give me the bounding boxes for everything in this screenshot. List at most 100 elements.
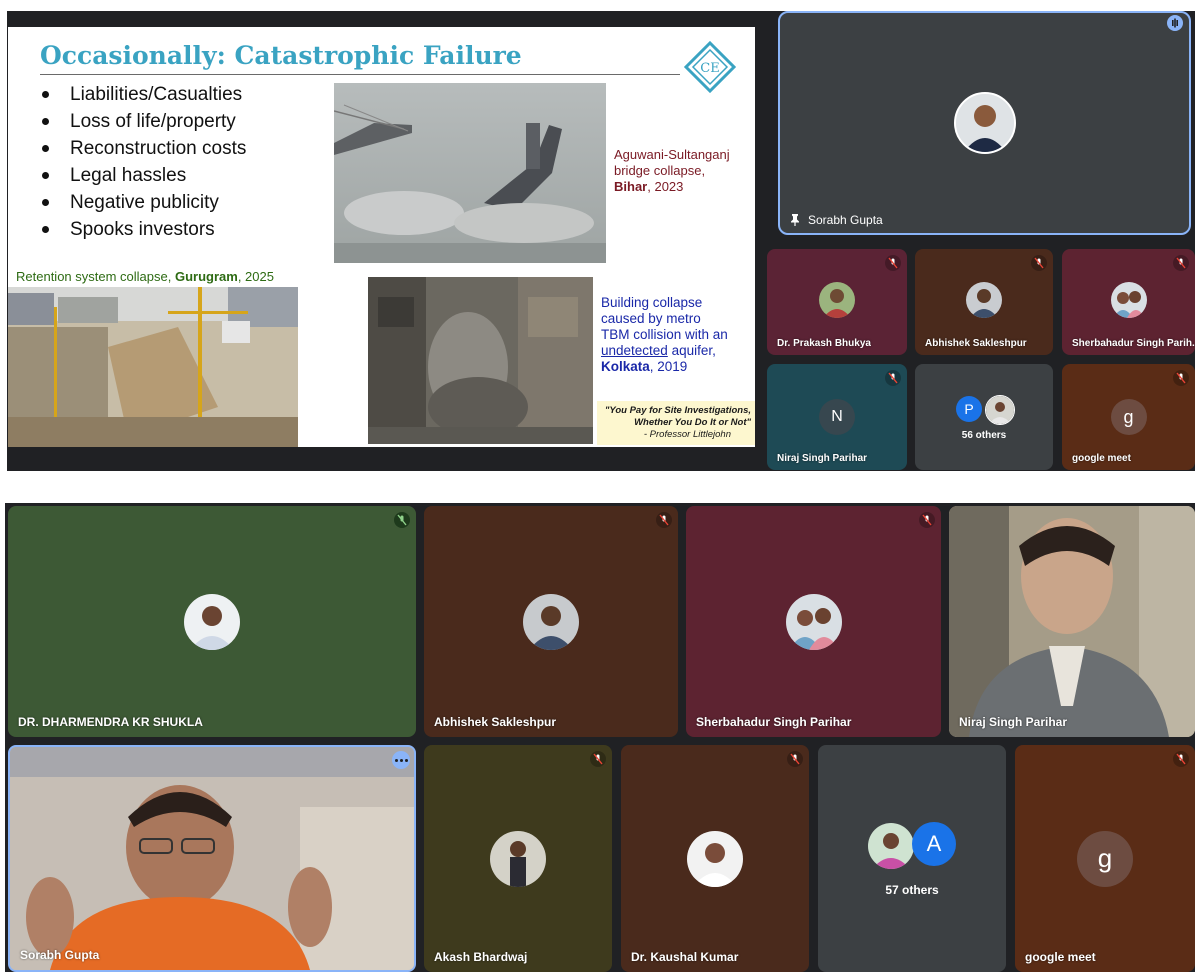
participant-name: google meet — [1025, 950, 1096, 964]
presentation-slide: Occasionally: Catastrophic Failure CE Li… — [8, 27, 755, 447]
bullet-item: Legal hassles — [22, 162, 246, 189]
participant-name: google meet — [1072, 453, 1131, 464]
participant-name: Niraj Singh Parihar — [777, 453, 868, 464]
avatar — [523, 593, 579, 650]
building-caption-line: aquifer, — [667, 343, 716, 358]
bullet-list: Liabilities/Casualties Loss of life/prop… — [22, 81, 246, 243]
avatar — [1110, 281, 1147, 318]
bullet-item: Spooks investors — [22, 216, 246, 243]
participant-tile[interactable]: Dr. Kaushal Kumar — [621, 745, 809, 972]
quote-author: - Professor Littlejohn — [643, 429, 731, 440]
bridge-caption-year: , 2023 — [647, 179, 684, 194]
building-caption-place: Kolkata — [601, 359, 650, 374]
building-collapse-photo — [368, 277, 593, 444]
avatar — [490, 830, 546, 887]
more-options-icon[interactable] — [392, 751, 410, 769]
avatar-letter: P — [956, 396, 982, 422]
participant-name: Dr. Kaushal Kumar — [631, 950, 739, 964]
mic-off-icon — [885, 370, 901, 386]
retention-caption-prefix: Retention system collapse, — [16, 269, 175, 284]
avatar-letter: g — [1110, 399, 1147, 435]
bridge-caption-line: bridge collapse, — [614, 163, 706, 178]
quote-line: "You Pay for Site Investigations, — [604, 405, 751, 416]
participant-tile[interactable]: Sherbahadur Singh Parihar — [686, 506, 941, 737]
participant-name: Sherbahadur Singh Parih... — [1072, 338, 1195, 349]
participant-tile[interactable]: Dr. Prakash Bhukya — [767, 249, 907, 355]
mic-off-icon — [787, 751, 803, 767]
participant-name: Abhishek Sakleshpur — [434, 715, 557, 729]
mic-off-icon — [885, 255, 901, 271]
participant-name: Sherbahadur Singh Parihar — [696, 715, 852, 729]
participant-name: Sorabh Gupta — [20, 948, 100, 962]
avatar — [184, 593, 240, 650]
pinned-name-row: Sorabh Gupta — [790, 213, 883, 227]
retention-collapse-photo — [8, 287, 298, 447]
participant-video — [949, 506, 1195, 737]
pinned-participant-tile[interactable]: Sorabh Gupta — [778, 11, 1191, 235]
title-rule — [40, 74, 680, 75]
top-meet-screenshot: Occasionally: Catastrophic Failure CE Li… — [7, 11, 1195, 471]
others-tile[interactable]: A 57 others — [818, 745, 1006, 972]
participant-name: Akash Bhardwaj — [434, 950, 528, 964]
bridge-caption-line: Aguwani-Sultanganj — [614, 147, 730, 162]
avatar-letter: g — [1077, 830, 1133, 887]
avatar — [819, 281, 855, 318]
participant-name: Dr. Prakash Bhukya — [777, 338, 871, 349]
participant-name: DR. DHARMENDRA KR SHUKLA — [18, 715, 203, 729]
avatar — [985, 395, 1015, 425]
participant-tile[interactable]: g google meet — [1062, 364, 1195, 470]
mic-off-icon — [394, 512, 410, 528]
participant-tile[interactable]: N Niraj Singh Parihar — [767, 364, 907, 470]
participant-tile[interactable]: Akash Bhardwaj — [424, 745, 612, 972]
bullet-item: Reconstruction costs — [22, 135, 246, 162]
others-tile[interactable]: P 56 others — [915, 364, 1053, 470]
building-caption: Building collapse caused by metro TBM co… — [601, 295, 728, 375]
bridge-caption-place: Bihar — [614, 179, 648, 194]
avatar — [953, 92, 1016, 154]
building-caption-year: , 2019 — [649, 359, 688, 374]
participant-tile[interactable]: g google meet — [1015, 745, 1195, 972]
building-caption-underlined: undetected — [601, 343, 668, 358]
avatar — [687, 830, 743, 887]
bridge-collapse-photo — [334, 83, 606, 263]
participant-video-tile[interactable]: Sorabh Gupta — [8, 745, 416, 972]
others-count-label: 57 others — [885, 883, 939, 897]
participant-tile[interactable]: Abhishek Sakleshpur — [915, 249, 1053, 355]
bridge-caption: Aguwani-Sultanganj bridge collapse, Biha… — [614, 147, 730, 195]
participant-video-tile[interactable]: Niraj Singh Parihar — [949, 506, 1195, 737]
avatar — [966, 281, 1002, 318]
mic-off-icon — [1173, 751, 1189, 767]
participant-name: Niraj Singh Parihar — [959, 715, 1068, 729]
participant-tile[interactable]: Abhishek Sakleshpur — [424, 506, 678, 737]
participant-name: Abhishek Sakleshpur — [925, 338, 1027, 349]
participant-tile[interactable]: DR. DHARMENDRA KR SHUKLA — [8, 506, 416, 737]
building-caption-line: caused by metro — [601, 311, 701, 326]
quote-box: "You Pay for Site Investigations, Whethe… — [597, 401, 755, 445]
bullet-item: Liabilities/Casualties — [22, 81, 246, 108]
bullet-item: Loss of life/property — [22, 108, 246, 135]
quote-line: Whether You Do It or Not" — [634, 417, 751, 428]
mic-off-icon — [919, 512, 935, 528]
avatar — [785, 593, 842, 650]
avatar-letter: N — [819, 399, 855, 435]
participant-video — [10, 747, 414, 970]
mic-off-icon — [1031, 255, 1047, 271]
mic-off-icon — [590, 751, 606, 767]
avatar-letter: A — [912, 822, 956, 866]
retention-caption: Retention system collapse, Gurugram, 202… — [16, 269, 274, 285]
retention-caption-year: , 2025 — [237, 269, 274, 284]
mic-off-icon — [656, 512, 672, 528]
speaking-indicator-icon — [1167, 15, 1183, 31]
building-caption-line: TBM collision with an — [601, 327, 728, 342]
retention-caption-place: Gurugram — [174, 269, 238, 284]
bullet-item: Negative publicity — [22, 189, 246, 216]
bottom-meet-screenshot: DR. DHARMENDRA KR SHUKLA Abhishek Sakles… — [5, 503, 1195, 972]
participant-tile[interactable]: Sherbahadur Singh Parih... — [1062, 249, 1195, 355]
mic-off-icon — [1173, 370, 1189, 386]
building-caption-line: Building collapse — [601, 295, 703, 310]
slide-title: Occasionally: Catastrophic Failure — [40, 41, 522, 70]
others-count-label: 56 others — [961, 430, 1007, 441]
avatar — [866, 821, 916, 871]
participant-name: Sorabh Gupta — [808, 213, 883, 227]
organization-logo-icon: CE — [684, 41, 736, 93]
